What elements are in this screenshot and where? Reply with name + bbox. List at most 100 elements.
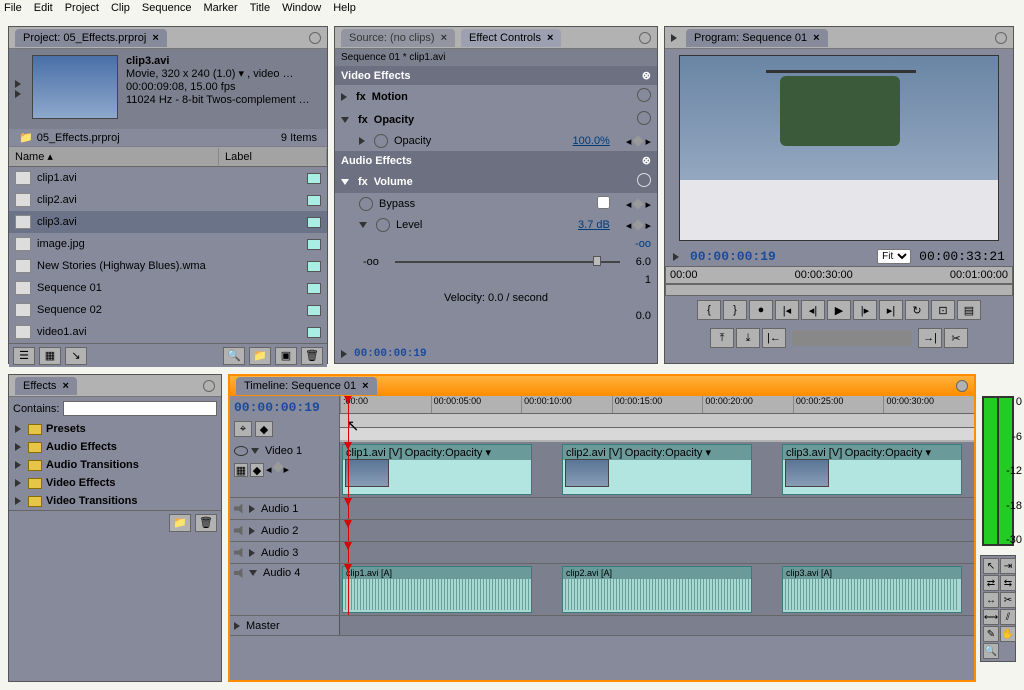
effects-folder[interactable]: Audio Effects [9, 438, 221, 456]
output-button[interactable]: ▤ [957, 300, 981, 320]
keyframe-icon[interactable] [633, 135, 644, 146]
mark-in-button[interactable]: { [697, 300, 721, 320]
effects-folder[interactable]: Presets [9, 420, 221, 438]
project-item[interactable]: clip3.avi [9, 211, 327, 233]
effect-opacity[interactable]: fx Opacity [335, 108, 657, 131]
project-item[interactable]: clip2.avi [9, 189, 327, 211]
loop-button[interactable]: ↻ [905, 300, 929, 320]
play-icon[interactable] [15, 90, 21, 98]
expand-icon[interactable] [15, 479, 21, 487]
keyframe-icon[interactable] [633, 219, 644, 230]
track-style-icon[interactable]: ▦ [234, 463, 248, 477]
step-forward-button[interactable]: |▸ [853, 300, 877, 320]
effects-search-input[interactable] [63, 401, 217, 416]
shuttle-slider[interactable] [792, 330, 912, 346]
marker-icon[interactable]: ◆ [255, 421, 273, 437]
label-swatch[interactable] [307, 195, 321, 206]
effects-folder[interactable]: Audio Transitions [9, 456, 221, 474]
speaker-icon[interactable] [234, 504, 246, 514]
menu-sequence[interactable]: Sequence [142, 2, 192, 16]
audio-clip-1[interactable]: clip1.avi [A] [342, 566, 532, 613]
label-swatch[interactable] [307, 305, 321, 316]
goto-out-button[interactable]: ▸| [879, 300, 903, 320]
reset-icon[interactable] [637, 173, 651, 187]
master-track-content[interactable] [340, 616, 974, 635]
keyframe-mode-icon[interactable]: ◆ [250, 463, 264, 477]
video-effects-heading[interactable]: Video Effects ⊗ [335, 66, 657, 85]
mark-out-button[interactable]: } [723, 300, 747, 320]
stopwatch-icon[interactable] [376, 218, 390, 232]
collapse-icon[interactable]: ⊗ [642, 69, 651, 82]
playhead[interactable] [348, 396, 349, 442]
program-tab[interactable]: Program: Sequence 01× [686, 29, 828, 47]
source-tab[interactable]: Source: (no clips)× [341, 29, 455, 47]
audio-track-content[interactable] [340, 520, 974, 541]
audio-track-content[interactable] [340, 542, 974, 563]
menu-project[interactable]: Project [65, 2, 99, 16]
playhead[interactable] [348, 442, 349, 497]
col-label[interactable]: Label [219, 149, 327, 165]
level-slider[interactable]: -oo 6.0 [335, 253, 657, 271]
snap-icon[interactable]: ⌖ [234, 421, 252, 437]
timeline-tab[interactable]: Timeline: Sequence 01× [236, 377, 377, 395]
close-icon[interactable]: × [441, 32, 447, 44]
expand-icon[interactable] [15, 497, 21, 505]
playhead[interactable] [348, 564, 349, 615]
speaker-icon[interactable] [234, 568, 246, 578]
work-area-bar[interactable] [340, 414, 974, 428]
label-swatch[interactable] [307, 217, 321, 228]
video-clip-1[interactable]: clip1.avi [V] Opacity:Opacity ▾ [342, 444, 532, 495]
slide-tool[interactable]: ⫽ [1000, 609, 1016, 625]
label-swatch[interactable] [307, 173, 321, 184]
prev-kf-icon[interactable]: ◂ [266, 463, 272, 477]
expand-icon[interactable] [249, 549, 255, 557]
program-scrubber[interactable] [665, 284, 1013, 296]
rolling-tool[interactable]: ⇆ [1000, 575, 1016, 591]
video-track-header[interactable]: Video 1 ▦ ◆ ◂ ▸ [230, 442, 340, 497]
project-item[interactable]: Sequence 02 [9, 299, 327, 321]
label-swatch[interactable] [307, 239, 321, 250]
audio-track-header[interactable]: Audio 1 [230, 498, 340, 519]
play-icon[interactable] [341, 350, 347, 358]
panel-menu-icon[interactable] [309, 32, 321, 44]
expand-icon[interactable] [249, 527, 255, 535]
project-item[interactable]: video1.avi [9, 321, 327, 343]
menu-marker[interactable]: Marker [203, 2, 237, 16]
goto-in-button[interactable]: |◂ [775, 300, 799, 320]
goto-next-button[interactable]: →| [918, 328, 942, 348]
close-icon[interactable]: × [152, 32, 158, 44]
panel-menu-icon[interactable] [639, 32, 651, 44]
effects-folder[interactable]: Video Effects [9, 474, 221, 492]
set-marker-button[interactable]: ● [749, 300, 773, 320]
audio-track-header[interactable]: Audio 4 [230, 564, 340, 615]
project-item[interactable]: Sequence 01 [9, 277, 327, 299]
panel-menu-icon[interactable] [203, 380, 215, 392]
selection-tool[interactable]: ↖ [983, 558, 999, 574]
keyframe-icon[interactable] [633, 198, 644, 209]
timeline-ruler[interactable]: :00:0000:00:05:0000:00:10:0000:00:15:000… [340, 396, 974, 442]
play-icon[interactable] [673, 253, 679, 261]
trash-icon[interactable]: 🗑 [301, 347, 323, 365]
timeline-timecode[interactable]: 00:00:00:19 [234, 400, 335, 415]
effect-controls-tab[interactable]: Effect Controls× [461, 29, 561, 47]
program-viewport[interactable] [679, 55, 999, 241]
expand-icon[interactable] [234, 622, 240, 630]
list-view-icon[interactable]: ☰ [13, 347, 35, 365]
new-bin-icon[interactable]: 📁 [249, 347, 271, 365]
expand-icon[interactable] [249, 505, 255, 513]
effect-volume[interactable]: fx Volume [335, 170, 657, 193]
new-item-icon[interactable]: ▣ [275, 347, 297, 365]
menu-title[interactable]: Title [250, 2, 270, 16]
program-ruler[interactable]: 00:00 00:00:30:00 00:01:00:00 [665, 266, 1013, 284]
audio-track-content[interactable] [340, 498, 974, 519]
play-button[interactable]: ▶ [827, 300, 851, 320]
goto-prev-button[interactable]: |← [762, 328, 786, 348]
project-item[interactable]: image.jpg [9, 233, 327, 255]
level-value[interactable]: 3.7 dB [578, 219, 610, 231]
timeline-scrubber[interactable] [340, 428, 974, 440]
next-kf-icon[interactable]: ▸ [284, 463, 290, 477]
safe-margins-button[interactable]: ⊡ [931, 300, 955, 320]
play-icon[interactable] [15, 80, 21, 88]
menu-edit[interactable]: Edit [34, 2, 53, 16]
expand-icon[interactable] [341, 93, 347, 101]
